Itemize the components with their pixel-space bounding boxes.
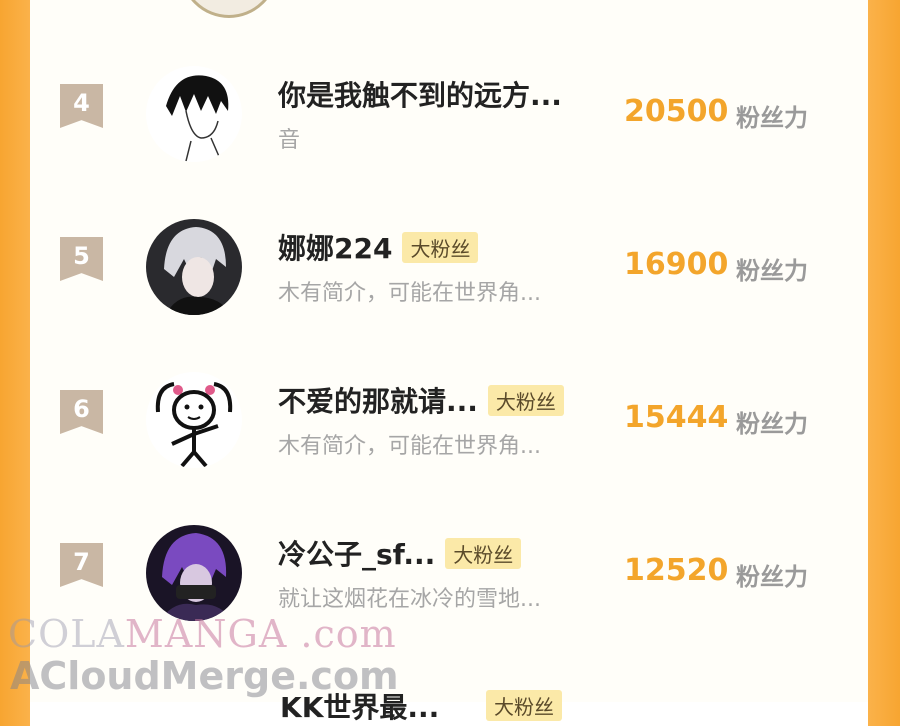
rank-badge: 6 xyxy=(60,390,103,434)
user-name-text[interactable]: 冷公子_sf... xyxy=(278,538,435,571)
user-name[interactable]: 你是我触不到的远方... xyxy=(278,74,562,114)
fan-power-score: 15444 xyxy=(624,400,729,435)
big-fan-badge: 大粉丝 xyxy=(402,231,479,263)
big-fan-badge: 大粉丝 xyxy=(487,384,564,416)
list-item[interactable]: 5 娜娜224 大粉丝 木有简介，可能在世界角... 16900 粉丝力 xyxy=(30,219,868,339)
fan-power-score: 16900 xyxy=(624,247,729,282)
avatar[interactable] xyxy=(180,0,278,18)
watermark-manga: MANGA xyxy=(124,612,288,656)
user-description: 音 xyxy=(278,128,301,153)
big-fan-badge: 大粉丝 xyxy=(445,537,522,569)
user-name[interactable]: 冷公子_sf... 大粉丝 xyxy=(278,533,522,573)
user-name[interactable]: 娜娜224 大粉丝 xyxy=(278,227,479,267)
rank-badge: 4 xyxy=(60,84,103,128)
watermark-line-2: ACloudMerge.com xyxy=(10,654,399,698)
watermark-cola: COLA xyxy=(8,612,125,656)
fan-power-score: 20500 xyxy=(624,94,729,129)
watermark-line-1: COLAMANGA .com xyxy=(8,612,397,656)
fan-power-unit: 粉丝力 xyxy=(736,563,808,591)
rank-badge: 5 xyxy=(60,237,103,281)
user-description: 就让这烟花在冰冷的雪地... xyxy=(278,587,541,612)
fan-power-unit: 粉丝力 xyxy=(736,410,808,438)
sketch-boy-avatar-icon[interactable] xyxy=(146,66,242,162)
big-fan-badge-partial: 大粉丝 xyxy=(486,690,562,721)
user-name-text[interactable]: 娜娜224 xyxy=(278,232,392,265)
user-description: 木有简介，可能在世界角... xyxy=(278,434,541,459)
fan-power-score: 12520 xyxy=(624,553,729,588)
list-item[interactable]: 4 你是我触不到的远方... 音 20500 粉丝力 xyxy=(30,66,868,186)
fan-power-unit: 粉丝力 xyxy=(736,104,808,132)
watermark-com: .com xyxy=(287,612,397,656)
purple-hair-boy-avatar-icon[interactable] xyxy=(146,525,242,621)
stick-figure-avatar-icon[interactable] xyxy=(146,372,242,468)
fan-power-unit: 粉丝力 xyxy=(736,257,808,285)
list-item[interactable]: 6 不爱的那就请... 大粉丝 木有简介，可能在世界角... 15444 粉丝力 xyxy=(30,372,868,492)
user-name[interactable]: 不爱的那就请... 大粉丝 xyxy=(278,380,564,420)
user-name-text[interactable]: 不爱的那就请... xyxy=(278,385,478,418)
white-hair-boy-avatar-icon[interactable] xyxy=(146,219,242,315)
user-description: 木有简介，可能在世界角... xyxy=(278,281,541,306)
rank-badge: 7 xyxy=(60,543,103,587)
ranking-panel: 4 你是我触不到的远方... 音 20500 粉丝力 5 娜娜224 大粉丝 木有… xyxy=(30,0,868,702)
